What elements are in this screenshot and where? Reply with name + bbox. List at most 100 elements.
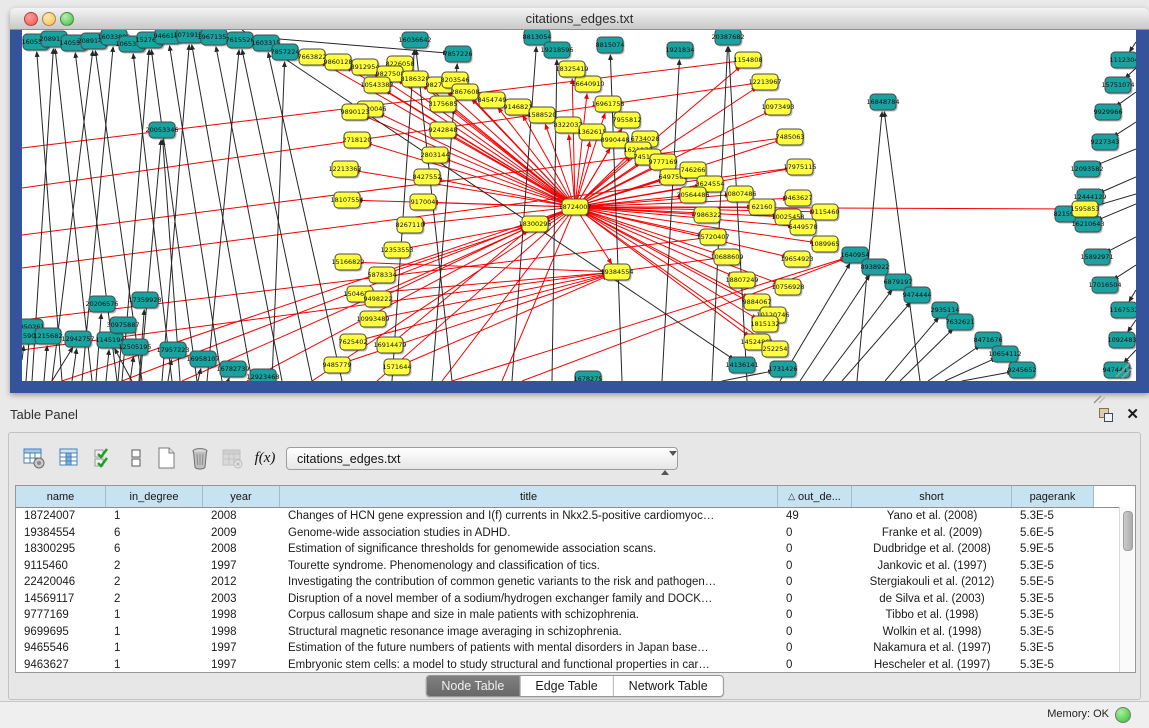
graph-node[interactable]: 7955812 [613, 112, 642, 130]
table-cell[interactable]: 1998 [203, 609, 280, 621]
table-cell[interactable]: 1998 [203, 626, 280, 638]
graph-node[interactable]: 7663822 [298, 49, 327, 67]
table-cell[interactable]: Wolkin et al. (1998) [852, 626, 1012, 638]
graph-node[interactable]: 1595853 [1071, 201, 1100, 219]
graph-node[interactable]: 252254 [762, 341, 790, 359]
table-cell[interactable]: 9699695 [16, 626, 106, 638]
graph-node[interactable]: 12213967 [748, 74, 781, 92]
table-row[interactable]: 2242004622012Investigating the contribut… [16, 574, 1135, 591]
network-view[interactable]: 1605533208914114055722089140616033809106… [22, 30, 1136, 381]
tab-network-table[interactable]: Network Table [614, 676, 723, 696]
graph-node[interactable]: 16958107 [186, 351, 219, 369]
graph-node[interactable]: 18724007 [558, 199, 591, 217]
table-cell[interactable]: 0 [778, 626, 852, 638]
graph-node[interactable]: 7625402 [339, 334, 368, 352]
graph-node[interactable]: 1815132 [751, 316, 780, 334]
table-cell[interactable]: 2008 [203, 543, 280, 555]
memory-ok-indicator[interactable] [1115, 707, 1131, 723]
column-header-title[interactable]: title [280, 486, 778, 507]
function-builder-icon[interactable]: f(x) [252, 445, 278, 471]
graph-node[interactable]: 15751074 [1101, 77, 1134, 95]
graph-node[interactable]: 7986322 [693, 207, 722, 225]
table-cell[interactable]: 1 [106, 659, 203, 671]
table-cell[interactable]: 9465546 [16, 642, 106, 654]
table-cell[interactable]: 5.3E-5 [1012, 510, 1094, 522]
table-cell[interactable]: Genome-wide association studies in ADHD. [280, 527, 778, 539]
graph-node[interactable]: 9242848 [429, 122, 458, 140]
graph-node[interactable]: 20206576 [85, 296, 118, 314]
graph-node[interactable]: 12923468 [246, 369, 279, 381]
graph-node[interactable]: 19654923 [780, 251, 813, 269]
graph-node[interactable]: 10973493 [761, 99, 794, 117]
table-cell[interactable]: 1997 [203, 642, 280, 654]
table-row[interactable]: 977716911998Corpus callosum shape and si… [16, 607, 1135, 624]
graph-node[interactable]: 18325419 [555, 61, 588, 79]
graph-node[interactable]: 1154808 [734, 52, 763, 70]
table-cell[interactable]: 0 [778, 543, 852, 555]
table-row[interactable]: 1830029562008Estimation of significance … [16, 541, 1135, 558]
graph-node[interactable]: 12353553 [380, 242, 413, 260]
graph-node[interactable]: 16914479 [373, 337, 406, 355]
tab-edge-table[interactable]: Edge Table [520, 676, 613, 696]
new-table-icon[interactable] [153, 445, 179, 471]
column-header-in_degree[interactable]: in_degree [106, 486, 203, 507]
column-header-out_de[interactable]: △out_de... [778, 486, 852, 507]
graph-node[interactable]: 5878334 [368, 267, 397, 285]
graph-node[interactable]: 10756928 [771, 279, 804, 297]
table-cell[interactable]: 5.6E-5 [1012, 527, 1094, 539]
graph-node[interactable]: 8815074 [596, 37, 625, 55]
table-cell[interactable]: 1997 [203, 659, 280, 671]
table-cell[interactable]: 18724007 [16, 510, 106, 522]
graph-node[interactable]: 16036642 [398, 32, 431, 50]
graph-node[interactable]: 9115460 [811, 204, 840, 222]
table-options-icon[interactable] [21, 445, 47, 471]
graph-node[interactable]: 19384554 [600, 264, 633, 282]
table-cell[interactable]: Jankovic et al. (1997) [852, 560, 1012, 572]
scrollbar-thumb[interactable] [1123, 511, 1133, 551]
graph-node[interactable]: 17975115 [783, 159, 816, 177]
table-cell[interactable]: Dudbridge et al. (2008) [852, 543, 1012, 555]
graph-node[interactable]: 1678275 [574, 371, 603, 381]
column-header-short[interactable]: short [852, 486, 1012, 507]
table-cell[interactable]: 5.3E-5 [1012, 593, 1094, 605]
graph-node[interactable]: 7485063 [776, 129, 805, 147]
table-cell[interactable]: Corpus callosum shape and size in male p… [280, 609, 778, 621]
graph-node[interactable]: 15166822 [331, 254, 364, 272]
table-cell[interactable]: 0 [778, 659, 852, 671]
table-cell[interactable]: 1 [106, 626, 203, 638]
table-cell[interactable]: Changes of HCN gene expression and I(f) … [280, 510, 778, 522]
graph-node[interactable]: 16848784 [866, 94, 899, 112]
delete-table-icon[interactable] [187, 445, 213, 471]
graph-node[interactable]: 2803144 [421, 147, 450, 165]
table-cell[interactable]: Estimation of significance thresholds fo… [280, 543, 778, 555]
graph-node[interactable]: 9227343 [1091, 134, 1120, 152]
graph-node[interactable]: 18300295 [518, 216, 551, 234]
table-cell[interactable]: 19384554 [16, 527, 106, 539]
table-cell[interactable]: 0 [778, 593, 852, 605]
graph-node[interactable]: 9463627 [784, 190, 813, 208]
column-header-year[interactable]: year [203, 486, 280, 507]
table-cell[interactable]: Estimation of the future numbers of pati… [280, 642, 778, 654]
table-cell[interactable]: 9777169 [16, 609, 106, 621]
table-cell[interactable]: Tibbo et al. (1998) [852, 609, 1012, 621]
graph-node[interactable]: 14136141 [725, 357, 758, 375]
table-cell[interactable]: 1997 [203, 560, 280, 572]
graph-node[interactable]: 8938922 [861, 259, 890, 277]
table-cell[interactable]: Tourette syndrome. Phenomenology and cla… [280, 560, 778, 572]
table-cell[interactable]: 14569117 [16, 593, 106, 605]
graph-node[interactable]: 1588520 [528, 107, 557, 125]
graph-node[interactable]: 16210643 [1071, 216, 1104, 234]
graph-node[interactable]: 12213363 [328, 161, 361, 179]
graph-node[interactable]: 9245652 [1008, 362, 1037, 380]
graph-node[interactable]: 18807249 [725, 272, 758, 290]
table-cell[interactable]: 6 [106, 543, 203, 555]
graph-node[interactable]: 16640910 [571, 76, 604, 94]
graph-node[interactable]: 1731426 [769, 361, 798, 379]
table-cell[interactable]: 1 [106, 510, 203, 522]
table-cell[interactable]: 1 [106, 642, 203, 654]
table-cell[interactable]: 2003 [203, 593, 280, 605]
table-cell[interactable]: 2 [106, 560, 203, 572]
table-cell[interactable]: Disruption of a novel member of a sodium… [280, 593, 778, 605]
table-row[interactable]: 1872400712008Changes of HCN gene express… [16, 508, 1135, 525]
table-cell[interactable]: 5.3E-5 [1012, 626, 1094, 638]
